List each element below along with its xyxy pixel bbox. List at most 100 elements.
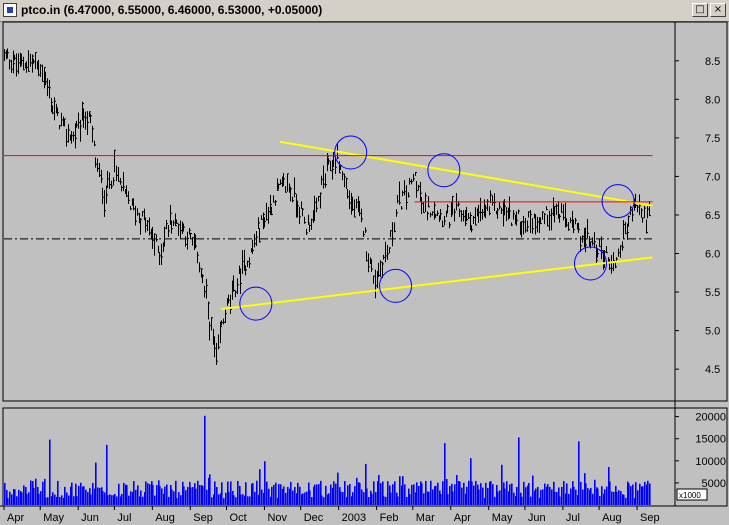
volume-unit-label: x1000 [679,491,701,500]
volume-bar [647,480,649,505]
volume-bar [137,485,139,505]
volume-bar [525,487,527,505]
volume-bar [390,492,392,505]
volume-bar [597,488,599,505]
volume-bar [199,485,201,505]
y-tick-label: 7.0 [705,171,720,183]
y-tick-label: 7.5 [705,133,720,145]
volume-bar [116,496,118,505]
volume-bar [297,482,299,505]
volume-bar [528,483,530,505]
volume-bar [354,486,356,505]
y-tick-label: 4.5 [705,364,720,376]
volume-bar [187,487,189,505]
volume-bar [299,486,301,505]
volume-bar [273,484,275,505]
volume-bar [421,483,423,505]
volume-bar [363,492,365,505]
volume-bar [485,482,487,505]
volume-bar [570,488,572,505]
volume-bar [85,489,87,505]
volume-bar [437,482,439,505]
volume-bar [271,486,273,505]
volume-bar [202,486,204,505]
volume-bar [518,437,520,505]
volume-bar [192,487,194,505]
volume-bar [378,474,380,505]
volume-bar [306,491,308,505]
volume-bar [240,494,242,505]
volume-bar [578,441,580,505]
volume-bar [611,491,613,505]
volume-bar [90,494,92,505]
volume-bar [340,491,342,505]
volume-bar [114,493,116,505]
volume-bar [292,490,294,505]
volume-bar [42,481,44,505]
volume-bar [30,480,32,505]
volume-bar [540,489,542,505]
volume-bar [149,484,151,505]
volume-bar [535,488,537,505]
volume-bar [349,484,351,505]
volume-bar [152,484,154,505]
volume-bar [126,485,128,505]
volume-bar [92,482,94,505]
volume-bar [409,494,411,505]
volume-bar [259,469,261,505]
volume-bar [639,483,641,505]
volume-bar [52,492,54,505]
volume-bar [471,481,473,505]
volume-bar [183,486,185,505]
stock-chart[interactable]: 8.5 8.0 7.5 7.0 6.5 6.0 5.5 5.0 4.5 20000 15000 100… [0,0,729,525]
x-tick-label: Jul [566,512,580,524]
volume-bar [302,493,304,505]
volume-bar [554,491,556,505]
volume-bar [214,481,216,505]
volume-bar [135,489,137,505]
volume-bar [630,486,632,505]
volume-bar [99,487,101,505]
volume-bar [80,482,82,505]
volume-bar [566,483,568,505]
volume-bar [164,486,166,505]
volume-bar [66,492,68,505]
x-tick-label: Oct [230,512,247,524]
volume-bar [261,489,263,505]
volume-bar [176,498,178,505]
volume-bar [87,492,89,505]
volume-bar [404,484,406,505]
volume-bar [123,482,125,505]
volume-bar [204,415,206,505]
x-tick-label: Mar [416,512,435,524]
volume-bar [344,481,346,505]
volume-bar [242,494,244,505]
volume-bar [352,492,354,505]
volume-bar [161,488,163,505]
volume-bar [35,478,37,505]
volume-bar [18,489,20,505]
y-tick-label: 6.5 [705,210,720,222]
volume-bar [145,481,147,505]
volume-bar [497,491,499,505]
volume-bar [356,477,358,505]
volume-bar [456,475,458,505]
volume-bar [361,489,363,505]
volume-bar [54,494,56,505]
volume-bar [130,491,132,505]
volume-bar [140,490,142,505]
volume-bar [78,485,80,505]
volume-bar [33,487,35,505]
volume-bar [380,483,382,505]
volume-bar [102,491,104,505]
volume-bar [318,484,320,505]
x-tick-label: Aug [155,512,175,524]
x-tick-label: Dec [304,512,324,524]
volume-bar [559,496,561,505]
x-tick-label: Jul [117,512,131,524]
x-tick-label: Jun [81,512,99,524]
volume-bar [264,461,266,505]
volume-bar [294,487,296,505]
volume-bar [599,496,601,505]
volume-bar [551,489,553,505]
